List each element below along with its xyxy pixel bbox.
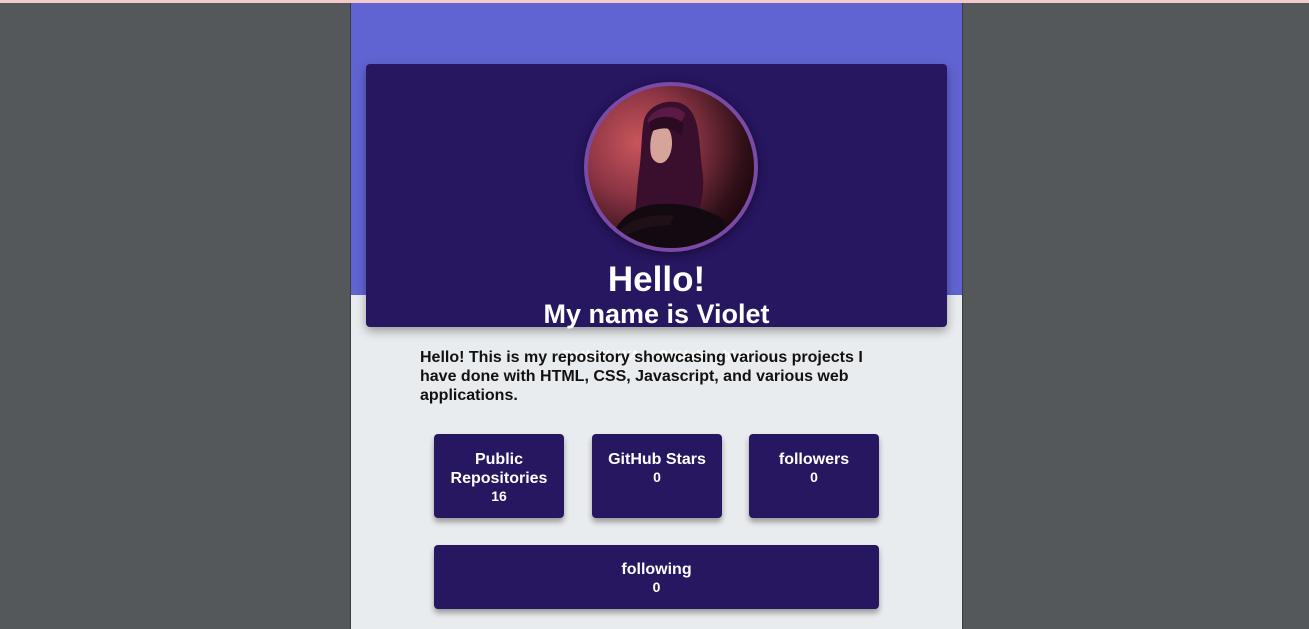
stat-value: 0 bbox=[653, 469, 661, 485]
stat-value: 16 bbox=[491, 488, 507, 504]
stat-label: Public Repositories bbox=[450, 451, 548, 487]
stat-value: 0 bbox=[652, 579, 661, 595]
stat-label: GitHub Stars bbox=[608, 451, 706, 468]
stat-card-followers: followers 0 bbox=[749, 434, 879, 518]
stat-card-github-stars: GitHub Stars 0 bbox=[592, 434, 722, 518]
name-heading: My name is Violet bbox=[543, 299, 770, 329]
profile-bio: Hello! This is my repository showcasing … bbox=[420, 349, 863, 404]
greeting-heading: Hello! bbox=[607, 260, 706, 299]
stat-label: following bbox=[621, 561, 692, 578]
stat-value: 0 bbox=[810, 469, 818, 485]
profile-header-card: Hello! My name is Violet Bothell, WA Git… bbox=[366, 64, 947, 363]
avatar-portrait-image bbox=[588, 86, 754, 248]
stat-card-public-repositories: Public Repositories 16 bbox=[434, 434, 564, 518]
stat-label: followers bbox=[778, 451, 850, 468]
avatar bbox=[584, 82, 758, 252]
profile-page: Hello! My name is Violet Bothell, WA Git… bbox=[350, 3, 963, 629]
stat-card-following: following 0 bbox=[434, 545, 879, 609]
